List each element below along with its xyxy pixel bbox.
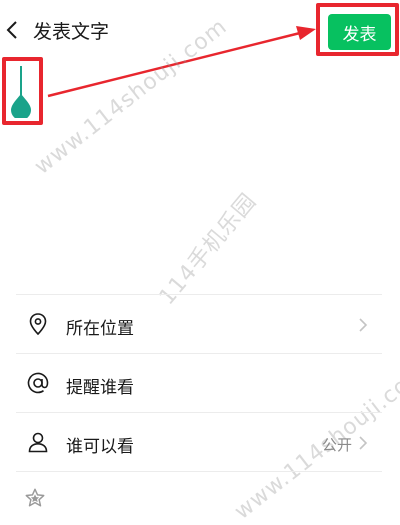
option-label: 所在位置 bbox=[66, 319, 134, 339]
visibility-value: 公开 bbox=[321, 436, 352, 454]
chevron-right-icon bbox=[359, 436, 368, 450]
divider bbox=[16, 471, 382, 472]
option-mention[interactable]: 提醒谁看 bbox=[16, 354, 382, 412]
option-label: 提醒谁看 bbox=[66, 378, 134, 398]
star-icon[interactable] bbox=[24, 487, 46, 509]
chevron-right-icon bbox=[359, 318, 368, 332]
option-location[interactable]: 所在位置 bbox=[16, 295, 382, 353]
watermark-2: 114手机乐园 bbox=[154, 188, 262, 310]
back-arrow-icon[interactable] bbox=[4, 18, 22, 42]
location-pin-icon bbox=[29, 313, 47, 336]
publish-highlight-box bbox=[316, 3, 399, 56]
post-options-list: 所在位置 提醒谁看 谁可以看 公开 bbox=[16, 294, 382, 472]
page-title: 发表文字 bbox=[33, 21, 110, 43]
option-visibility[interactable]: 谁可以看 公开 bbox=[16, 413, 382, 471]
person-icon bbox=[28, 432, 48, 453]
at-sign-icon bbox=[27, 372, 49, 394]
text-cursor-handle-icon[interactable] bbox=[8, 66, 34, 118]
option-label: 谁可以看 bbox=[66, 437, 134, 457]
